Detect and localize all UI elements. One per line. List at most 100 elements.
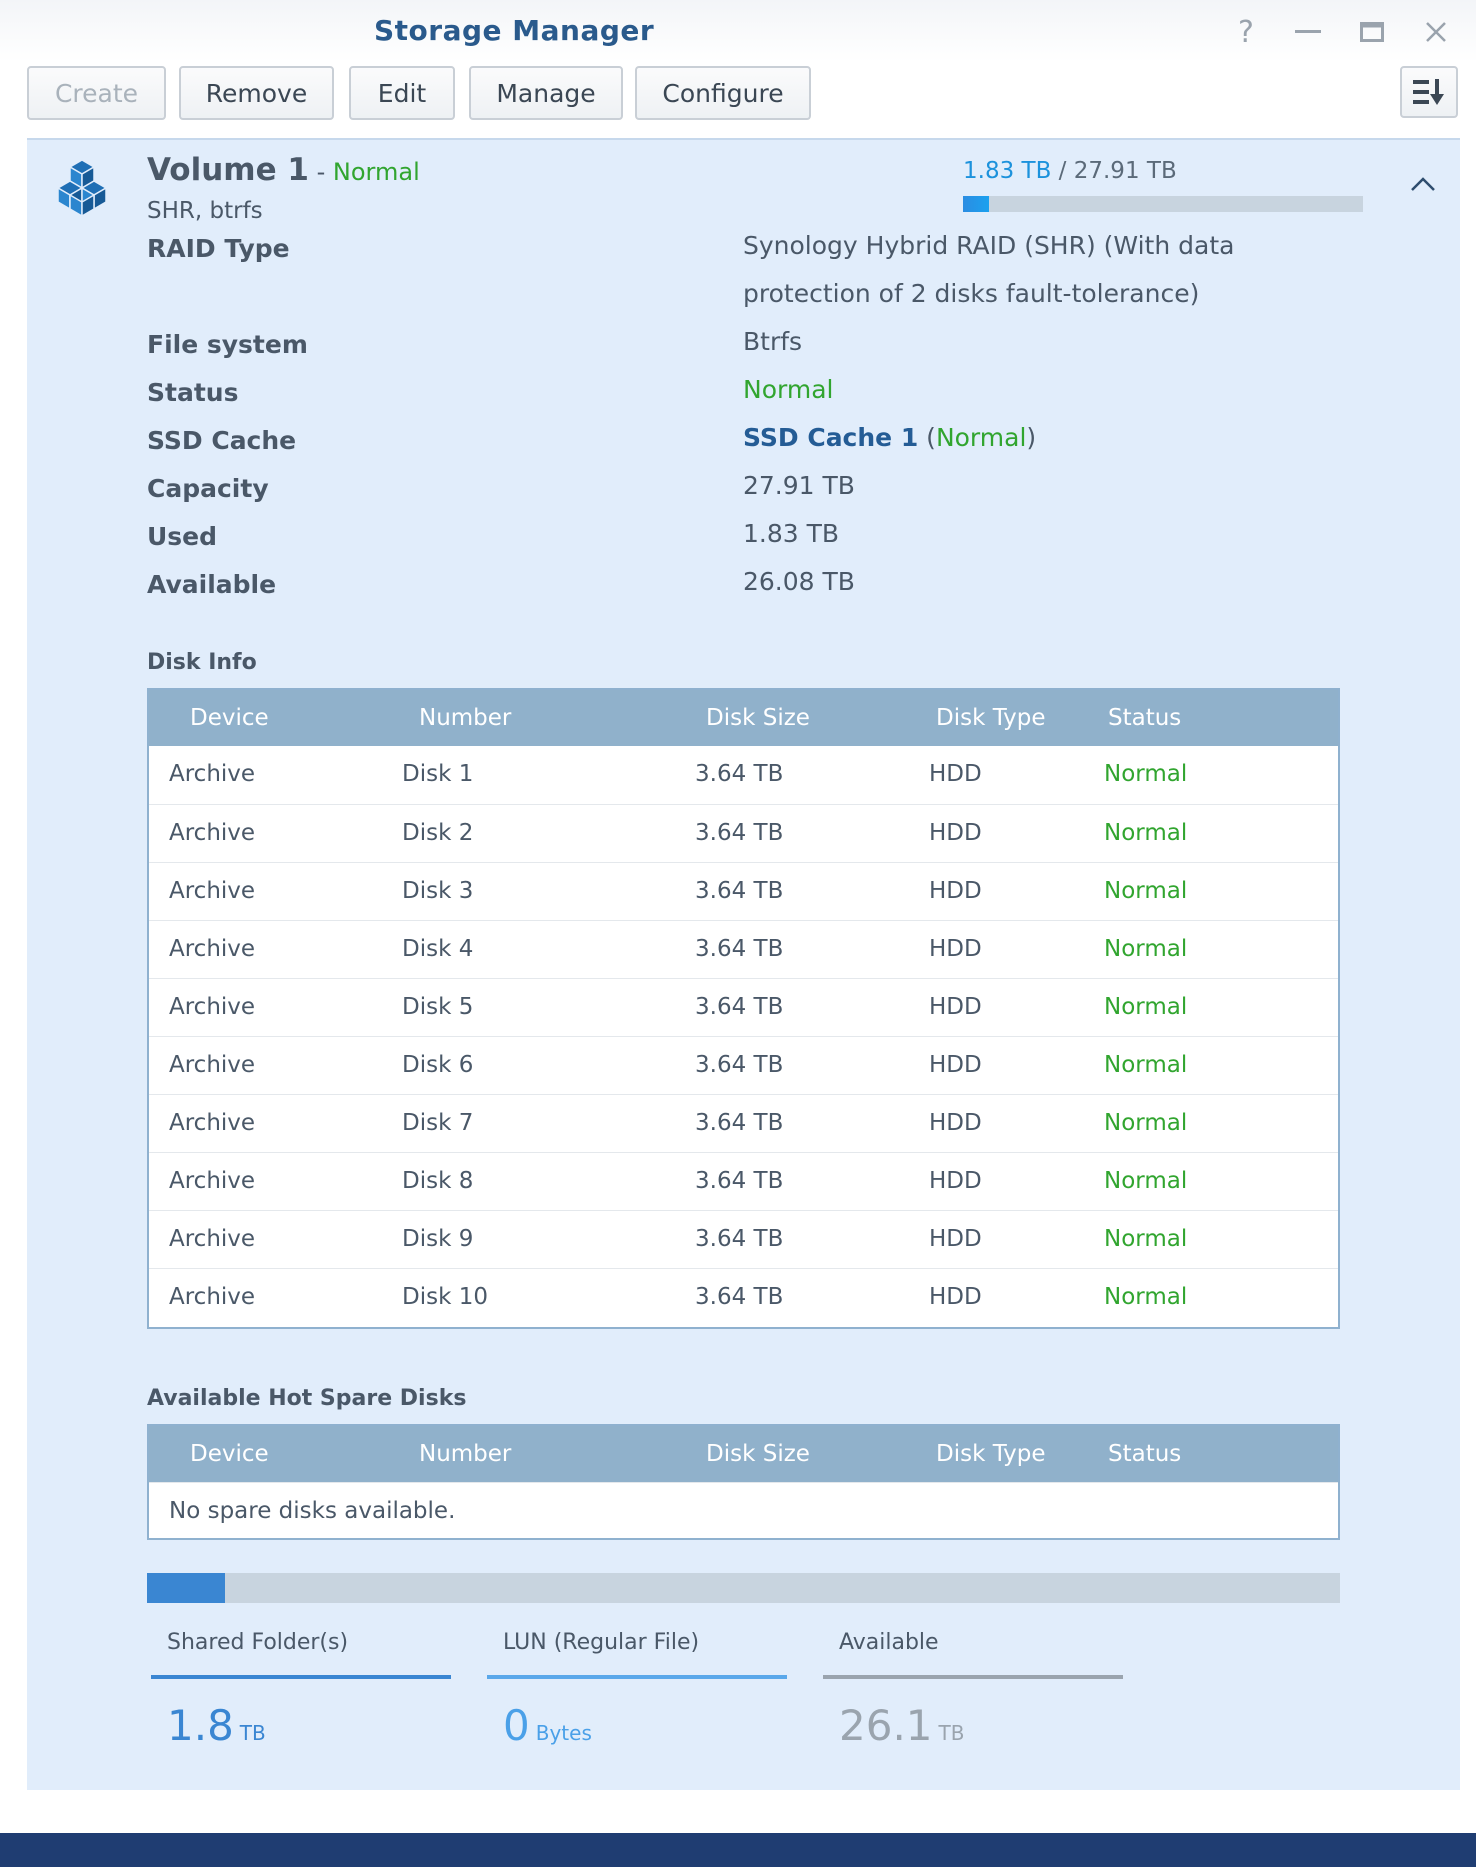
cell-disk-type: HDD [929, 1052, 982, 1078]
disk-info-body: Archive Disk 1 3.64 TB HDD Normal Archive Disk… [149, 746, 1338, 1326]
cell-device: Archive [169, 994, 256, 1020]
col-status[interactable]: Status [1108, 1426, 1181, 1482]
cell-status: Normal [1104, 1226, 1188, 1252]
col-number[interactable]: Number [419, 690, 511, 746]
cell-device: Archive [169, 761, 256, 787]
volume-cubes-icon [49, 158, 115, 224]
cell-disk-type: HDD [929, 994, 982, 1020]
col-disk-size[interactable]: Disk Size [706, 1426, 810, 1482]
col-status[interactable]: Status [1108, 690, 1181, 746]
col-disk-size[interactable]: Disk Size [706, 690, 810, 746]
configure-button[interactable]: Configure [635, 66, 811, 120]
table-row[interactable]: Archive Disk 2 3.64 TB HDD Normal [149, 804, 1338, 862]
col-disk-type[interactable]: Disk Type [936, 690, 1046, 746]
table-row[interactable]: Archive Disk 1 3.64 TB HDD Normal [149, 746, 1338, 804]
volume-usage-text: 1.83 TB / 27.91 TB [963, 158, 1177, 184]
cell-number: Disk 2 [402, 820, 474, 846]
hot-spare-table: Device Number Disk Size Disk Type Status… [147, 1424, 1340, 1540]
file-system-value: Btrfs [743, 327, 803, 356]
cell-disk-type: HDD [929, 1168, 982, 1194]
summary-usage-bar [147, 1573, 1340, 1603]
volume-usage-bar [963, 196, 1363, 212]
collapse-button[interactable] [1405, 166, 1441, 202]
status-value: Normal [743, 375, 834, 404]
available-label: Available [147, 570, 277, 599]
col-disk-type[interactable]: Disk Type [936, 1426, 1046, 1482]
cell-disk-size: 3.64 TB [695, 1052, 784, 1078]
minimize-icon[interactable] [1288, 14, 1328, 50]
cell-status: Normal [1104, 1110, 1188, 1136]
legend-label: LUN (Regular File) [503, 1630, 700, 1655]
ssd-cache-label: SSD Cache [147, 426, 297, 455]
volume-name: Volume 1 [147, 152, 309, 188]
help-icon[interactable]: ? [1226, 14, 1266, 50]
table-row[interactable]: Archive Disk 8 3.64 TB HDD Normal [149, 1152, 1338, 1210]
col-device[interactable]: Device [190, 1426, 269, 1482]
volume-status: Normal [332, 158, 420, 186]
legend-lun: LUN (Regular File) 0 Bytes [487, 1630, 787, 1750]
capacity-label: Capacity [147, 474, 269, 503]
cell-status: Normal [1104, 994, 1188, 1020]
cell-status: Normal [1104, 1052, 1188, 1078]
legend-number: 26.1 [839, 1701, 933, 1750]
close-icon[interactable] [1416, 14, 1456, 50]
table-row[interactable]: Archive Disk 9 3.64 TB HDD Normal [149, 1210, 1338, 1268]
window-title: Storage Manager [374, 14, 655, 47]
cell-number: Disk 6 [402, 1052, 474, 1078]
summary-shared-fill [147, 1573, 225, 1603]
volume-total: 27.91 TB [1073, 158, 1177, 184]
cell-disk-size: 3.64 TB [695, 994, 784, 1020]
available-value: 26.08 TB [743, 567, 855, 596]
cell-disk-size: 3.64 TB [695, 1226, 784, 1252]
hot-spare-header: Device Number Disk Size Disk Type Status [149, 1426, 1338, 1482]
table-row[interactable]: Archive Disk 7 3.64 TB HDD Normal [149, 1094, 1338, 1152]
cell-device: Archive [169, 1110, 256, 1136]
cell-device: Archive [169, 1168, 256, 1194]
raid-type-label: RAID Type [147, 234, 290, 263]
edit-button[interactable]: Edit [349, 66, 455, 120]
legend-unit: Bytes [535, 1721, 592, 1745]
cell-device: Archive [169, 936, 256, 962]
cell-number: Disk 8 [402, 1168, 474, 1194]
cell-status: Normal [1104, 1168, 1188, 1194]
hot-spare-empty-row: No spare disks available. [149, 1482, 1338, 1540]
create-button[interactable]: Create [27, 66, 166, 120]
cell-status: Normal [1104, 761, 1188, 787]
volume-subtitle: SHR, btrfs [147, 198, 263, 224]
manage-button[interactable]: Manage [469, 66, 623, 120]
ssd-cache-close: ) [1026, 423, 1037, 452]
volume-usage-fill [963, 196, 990, 212]
cell-device: Archive [169, 878, 256, 904]
remove-button[interactable]: Remove [179, 66, 334, 120]
legend-unit: TB [239, 1721, 266, 1745]
volume-separator: - [308, 158, 333, 186]
legend-available: Available 26.1 TB [823, 1630, 1123, 1750]
volume-panel: Volume 1 - Normal SHR, btrfs 1.83 TB / 2… [27, 138, 1460, 1790]
volume-title: Volume 1 - Normal [147, 152, 420, 188]
table-row[interactable]: Archive Disk 4 3.64 TB HDD Normal [149, 920, 1338, 978]
cell-disk-type: HDD [929, 1110, 982, 1136]
legend-value: 1.8 TB [151, 1701, 451, 1750]
col-number[interactable]: Number [419, 1426, 511, 1482]
cell-status: Normal [1104, 878, 1188, 904]
ssd-cache-link[interactable]: SSD Cache 1 [743, 423, 918, 452]
maximize-icon[interactable] [1352, 14, 1392, 50]
desktop-taskbar-edge [0, 1833, 1476, 1867]
cell-disk-type: HDD [929, 936, 982, 962]
col-device[interactable]: Device [190, 690, 269, 746]
disk-info-header: Device Number Disk Size Disk Type Status [149, 690, 1338, 746]
legend-value: 0 Bytes [487, 1701, 787, 1750]
title-bar[interactable]: Storage Manager ? [0, 0, 1476, 62]
ssd-cache-open: ( [918, 423, 936, 452]
cell-disk-type: HDD [929, 820, 982, 846]
sort-descending-icon [1413, 79, 1444, 105]
table-row[interactable]: Archive Disk 10 3.64 TB HDD Normal [149, 1268, 1338, 1326]
cell-device: Archive [169, 1052, 256, 1078]
sort-button[interactable] [1400, 66, 1458, 118]
table-row[interactable]: Archive Disk 6 3.64 TB HDD Normal [149, 1036, 1338, 1094]
volume-used: 1.83 TB [963, 158, 1052, 184]
table-row[interactable]: Archive Disk 3 3.64 TB HDD Normal [149, 862, 1338, 920]
cell-number: Disk 3 [402, 878, 474, 904]
table-row[interactable]: Archive Disk 5 3.64 TB HDD Normal [149, 978, 1338, 1036]
cell-disk-size: 3.64 TB [695, 761, 784, 787]
